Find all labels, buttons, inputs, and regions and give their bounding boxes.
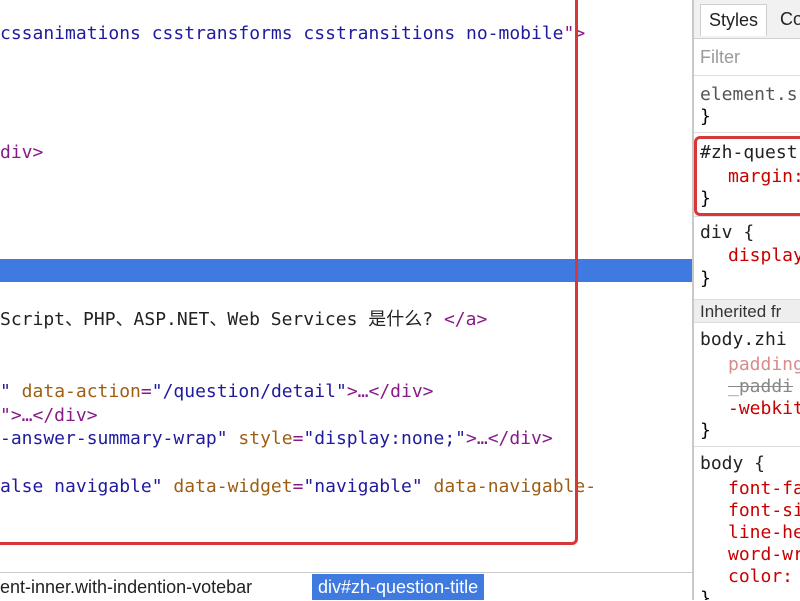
rule-body-font-size[interactable]: font-si <box>728 500 800 522</box>
rule-div-close: } <box>700 268 711 289</box>
inherited-from-header: Inherited fr <box>694 299 800 323</box>
rule-body-selector[interactable]: body { <box>700 453 765 475</box>
styles-filter-input[interactable]: Filter <box>694 38 800 76</box>
rule-bodyzhi-close: } <box>700 420 711 441</box>
rule-bodyzhi-padding-overridden[interactable]: _paddi <box>728 376 793 398</box>
rule-div-selector[interactable]: div { <box>700 222 754 244</box>
rule-element-style-selector: element.s <box>700 84 798 105</box>
rule-body-font-family[interactable]: font-fa <box>728 478 800 500</box>
tab-styles[interactable]: Styles <box>700 4 768 36</box>
breadcrumb: ent-inner.with-indention-votebar div#zh-… <box>0 572 692 601</box>
highlight-box-dom <box>0 0 578 545</box>
rule-separator <box>694 216 800 217</box>
rule-bodyzhi-selector[interactable]: body.zhi <box>700 329 787 351</box>
rule-separator <box>694 132 800 133</box>
tab-computed[interactable]: Co <box>772 4 800 36</box>
rule-body-close: } <box>700 588 711 600</box>
breadcrumb-item-question-title[interactable]: div#zh-question-title <box>312 574 485 600</box>
styles-pane: Styles Co Filter element.s } #zh-quest m… <box>694 0 800 600</box>
rule-div-display[interactable]: display <box>728 245 800 267</box>
breadcrumb-item-inner[interactable]: ent-inner.with-indention-votebar <box>0 574 258 600</box>
rule-separator <box>694 446 800 447</box>
rule-bodyzhi-padding[interactable]: padding <box>728 354 800 376</box>
rule-body-line-height[interactable]: line-he <box>728 522 800 544</box>
rule-body-color[interactable]: color: <box>728 566 793 588</box>
rule-body-word-wrap[interactable]: word-wr <box>728 544 800 566</box>
rule-bodyzhi-webkit[interactable]: -webkit <box>728 398 800 420</box>
highlight-box-css-rule <box>694 136 800 216</box>
sidebar-tabs: Styles Co <box>694 0 800 39</box>
rule-element-style-close: } <box>700 106 711 127</box>
